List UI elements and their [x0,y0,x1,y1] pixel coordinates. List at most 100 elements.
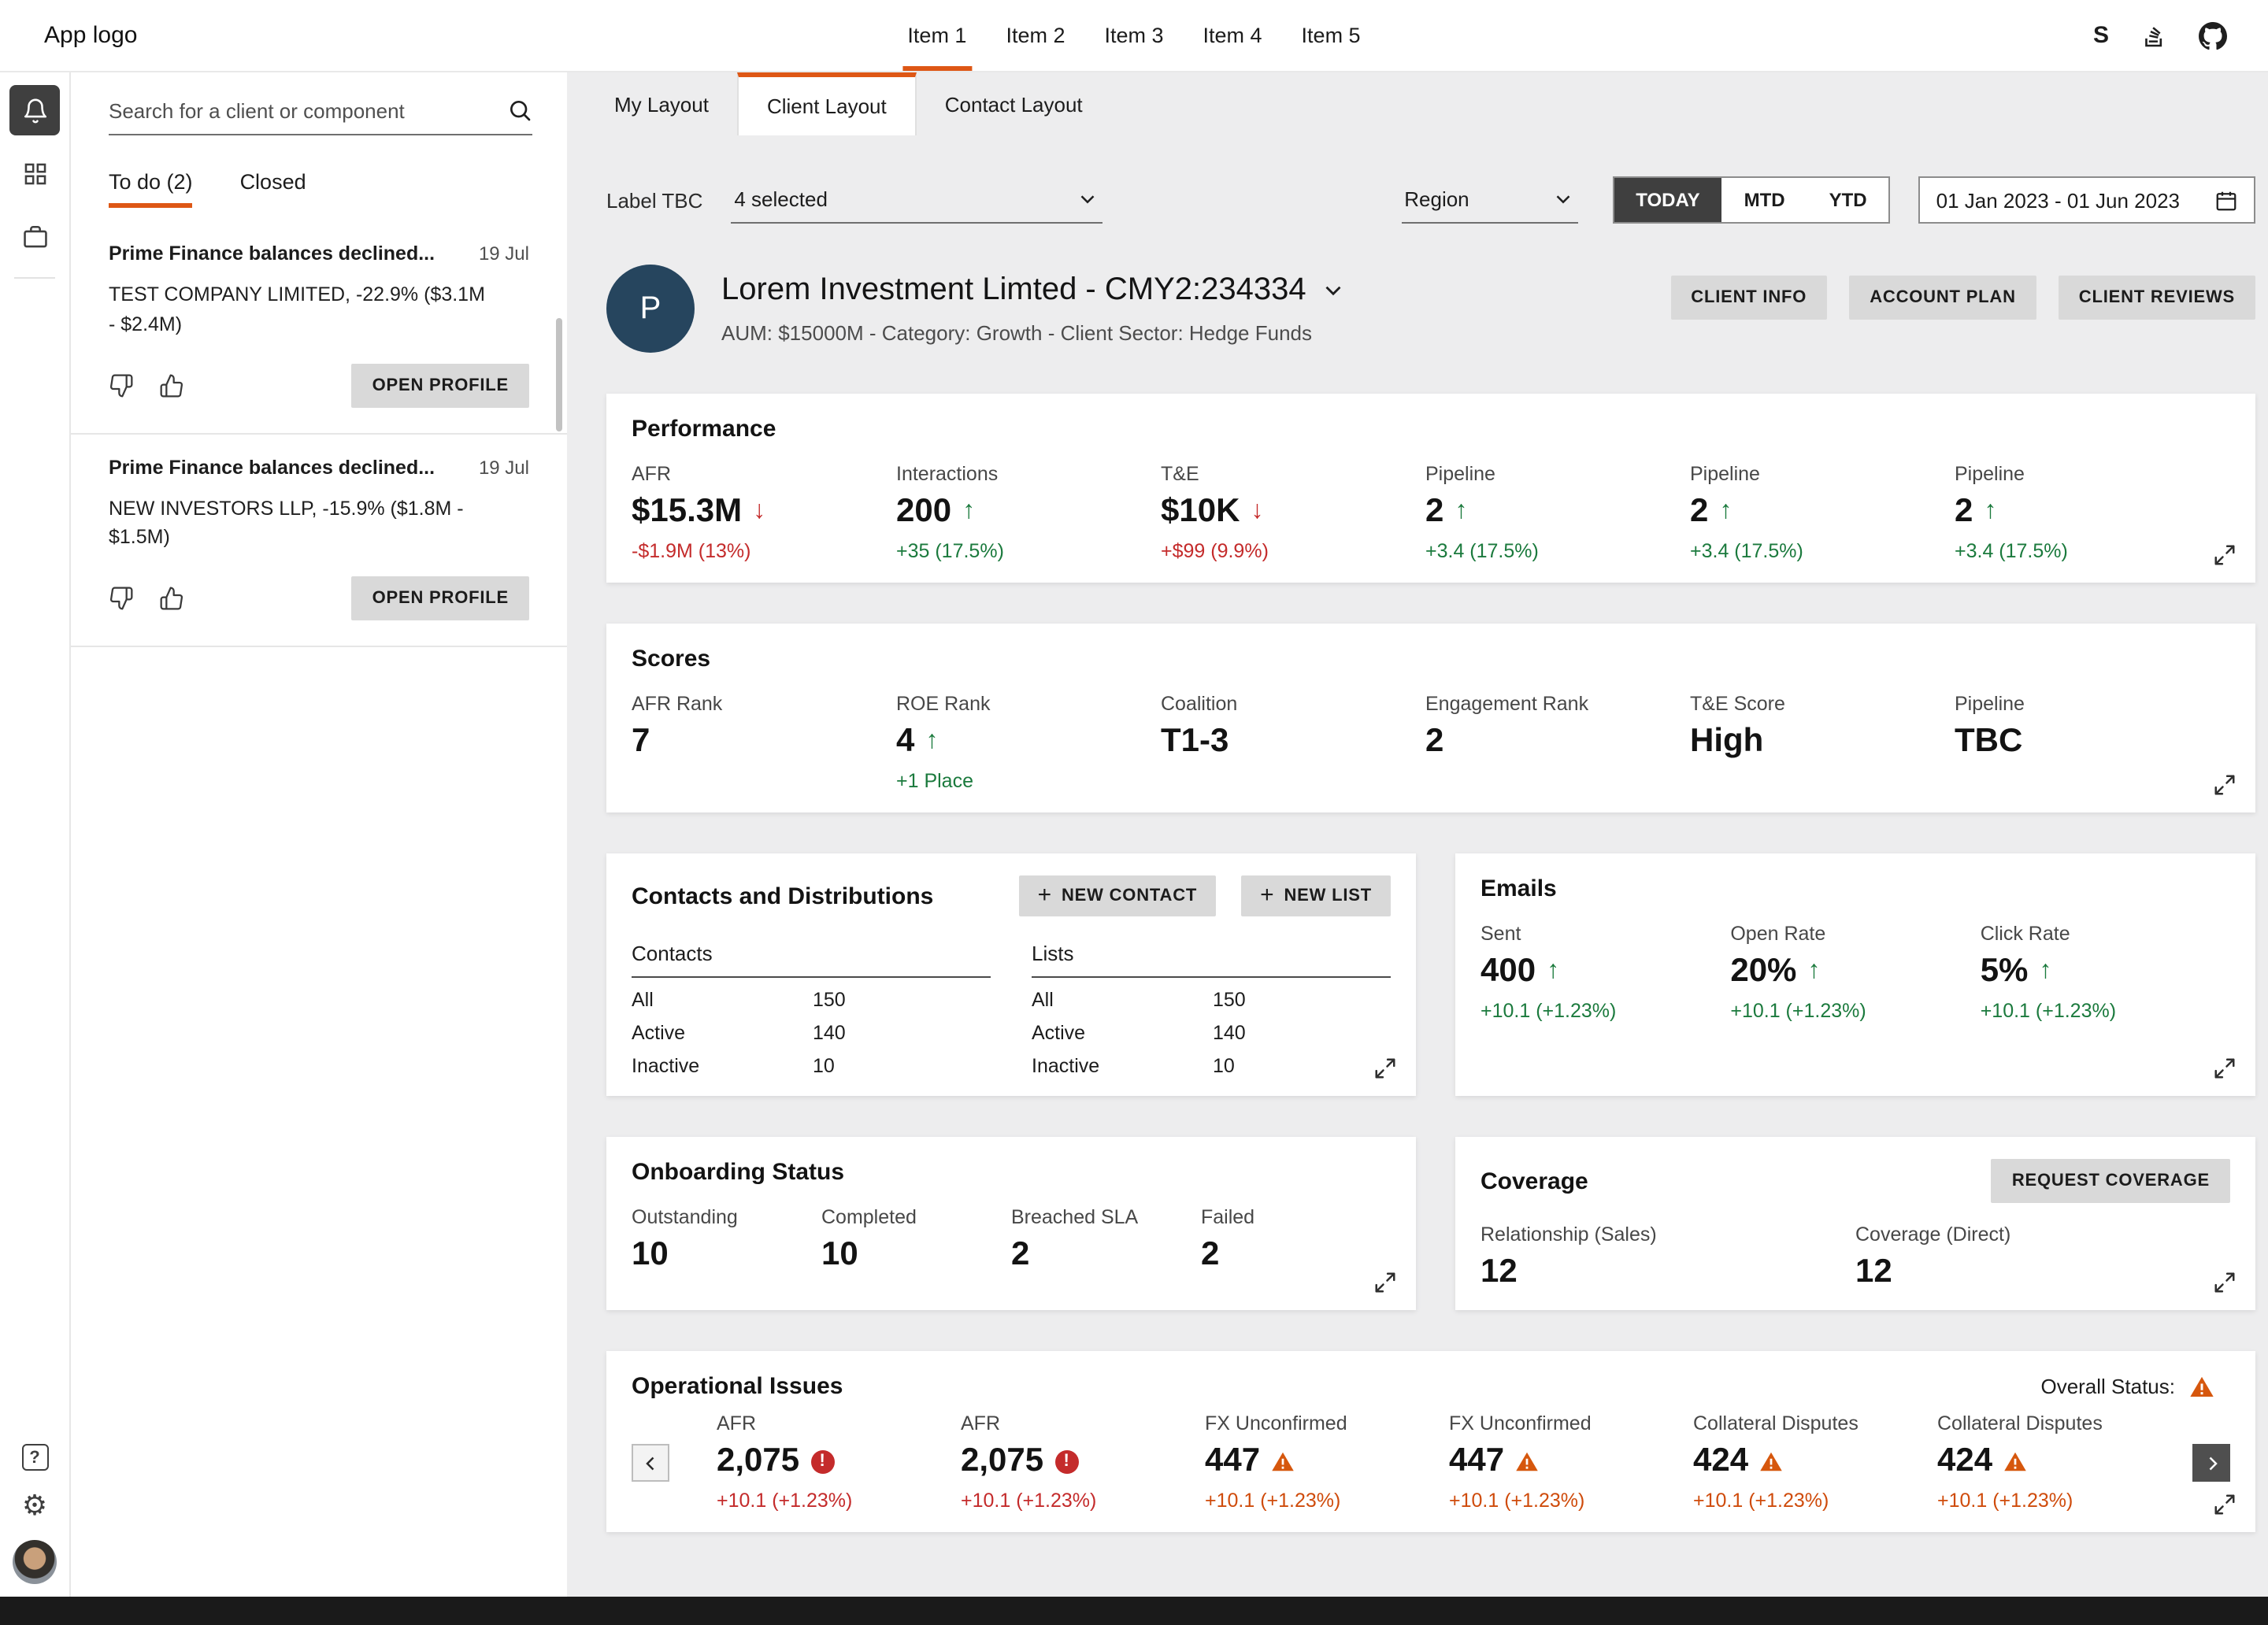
metric-pipeline: Pipeline 2↑ +3.4 (17.5%) [1690,463,1955,564]
nav-item-3[interactable]: Item 3 [1099,0,1168,71]
tab-contact-layout[interactable]: Contact Layout [917,72,1111,135]
onboarding-card: Onboarding Status Outstanding 10 Complet… [606,1137,1416,1310]
thumbs-down-icon[interactable] [109,586,134,611]
topbar-icons: S [2093,21,2268,50]
toggle-mtd[interactable]: MTD [1722,178,1807,222]
bell-icon [21,97,48,124]
metric-breached-sla: Breached SLA 2 [1011,1206,1201,1274]
metric-pipeline: Pipeline 2↑ +3.4 (17.5%) [1955,463,2219,564]
coverage-card: Coverage REQUEST COVERAGE Relationship (… [1455,1137,2255,1310]
user-avatar[interactable] [13,1540,57,1584]
metric-relationship-sales: Relationship (Sales) 12 [1480,1223,1855,1291]
toggle-ytd[interactable]: YTD [1807,178,1889,222]
account-plan-button[interactable]: ACCOUNT PLAN [1849,276,2036,320]
metric-click-rate: Click Rate 5%↑ +10.1 (+1.23%) [1981,923,2230,1023]
card-title: Emails [1480,875,2230,902]
apps-grid-button[interactable] [9,148,60,198]
todo-body: TEST COMPANY LIMITED, -22.9% ($3.1M - $2… [109,280,529,339]
contacts-column: Contacts All150 Active140 Inactive10 [632,942,991,1077]
client-reviews-button[interactable]: CLIENT REVIEWS [2059,276,2255,320]
client-info-button[interactable]: CLIENT INFO [1670,276,1827,320]
rail-bottom: ? ⚙ [13,1444,57,1584]
tab-closed[interactable]: Closed [240,170,306,208]
nav-item-1[interactable]: Item 1 [902,0,971,71]
open-profile-button[interactable]: OPEN PROFILE [352,576,529,620]
toggle-today[interactable]: TODAY [1614,178,1721,222]
card-title: Scores [632,646,2230,672]
card-title: Onboarding Status [632,1159,1391,1186]
table-row: All150 [632,989,991,1011]
metric-collateral-disputes: Collateral Disputes 424 +10.1 (+1.23%) [1693,1412,1937,1513]
thumbs-up-icon[interactable] [159,372,184,398]
search-input[interactable] [109,98,507,122]
operational-issues-card: Operational Issues Overall Status: AFR [606,1351,2255,1532]
table-row: Active140 [1032,1022,1391,1044]
nav-item-2[interactable]: Item 2 [1001,0,1069,71]
carousel-next-button[interactable] [2192,1444,2230,1482]
briefcase-icon [21,223,48,250]
expand-icon[interactable] [2213,1057,2236,1080]
chevron-down-icon [1321,277,1347,304]
new-list-button[interactable]: NEW LIST [1241,875,1391,916]
performance-card: Performance AFR $15.3M↓ -$1.9M (13%) Int… [606,394,2255,583]
contacts-card: Contacts and Distributions NEW CONTACT N… [606,853,1416,1096]
todo-title: Prime Finance balances declined... [109,456,463,478]
chevron-left-icon [639,1451,662,1475]
region-select-value: Region [1404,187,1469,211]
tab-client-layout[interactable]: Client Layout [737,72,917,135]
arrow-up-icon: ↑ [1719,498,1732,526]
client-avatar: P [606,265,695,353]
nav-item-4[interactable]: Item 4 [1199,0,1267,71]
metric-outstanding: Outstanding 10 [632,1206,821,1274]
thumbs-down-icon[interactable] [109,372,134,398]
sidebar-scrollbar[interactable] [556,318,562,431]
arrow-up-icon: ↑ [1455,498,1467,526]
notifications-bell-button[interactable] [9,85,60,135]
new-contact-button[interactable]: NEW CONTACT [1019,875,1217,916]
arrow-up-icon: ↑ [1984,498,1996,526]
expand-icon[interactable] [2213,1493,2236,1516]
stackoverflow-icon[interactable] [2140,22,2167,49]
metric-afr-issues: AFR 2,075 +10.1 (+1.23%) [961,1412,1205,1513]
icon-rail: ? ⚙ [0,72,71,1597]
todo-date: 19 Jul [479,456,529,478]
thumbs-up-icon[interactable] [159,586,184,611]
app-logo[interactable]: App logo [0,22,137,49]
metric-engagement-rank: Engagement Rank 2 [1425,693,1690,794]
label-tbc-select[interactable]: 4 selected [731,176,1102,224]
request-coverage-button[interactable]: REQUEST COVERAGE [1992,1159,2230,1203]
github-icon[interactable] [2199,21,2227,50]
warning-icon [2003,1449,2027,1473]
filter-row: Label TBC 4 selected Region TODAY MTD YT… [606,176,2255,224]
region-select[interactable]: Region [1401,176,1577,224]
metric-afr-rank: AFR Rank 7 [632,693,896,794]
expand-icon[interactable] [2213,1271,2236,1294]
dashboard-content: Label TBC 4 selected Region TODAY MTD YT… [567,135,2268,1597]
tab-my-layout[interactable]: My Layout [586,72,737,135]
tab-todo[interactable]: To do (2) [109,170,193,208]
carousel-prev-button[interactable] [632,1444,669,1482]
open-profile-button[interactable]: OPEN PROFILE [352,363,529,407]
help-icon[interactable]: ? [21,1444,48,1471]
date-range-picker[interactable]: 01 Jan 2023 - 01 Jun 2023 [1919,176,2255,224]
expand-icon[interactable] [1373,1271,1397,1294]
nav-item-5[interactable]: Item 5 [1297,0,1366,71]
settings-gear-icon[interactable]: ⚙ [22,1491,47,1520]
arrow-up-icon: ↑ [1807,957,1820,986]
table-row: Active140 [632,1022,991,1044]
metric-te-score: T&E Score High [1690,693,1955,794]
rail-divider [14,277,55,279]
expand-icon[interactable] [2213,773,2236,797]
metric-pipeline-score: Pipeline TBC [1955,693,2219,794]
card-title: Contacts and Distributions [632,883,994,909]
expand-icon[interactable] [1373,1057,1397,1080]
arrow-down-icon: ↓ [1251,498,1263,526]
search-icon[interactable] [507,98,532,123]
expand-icon[interactable] [2213,543,2236,567]
portfolio-button[interactable] [9,211,60,261]
client-name: Lorem Investment Limted - CMY2:234334 [721,272,1306,309]
s-icon[interactable]: S [2093,22,2109,49]
client-name-dropdown[interactable]: Lorem Investment Limted - CMY2:234334 [721,272,1347,309]
todo-body: NEW INVESTORS LLP, -15.9% ($1.8M - $1.5M… [109,494,529,553]
label-tbc-select-value: 4 selected [734,187,828,211]
